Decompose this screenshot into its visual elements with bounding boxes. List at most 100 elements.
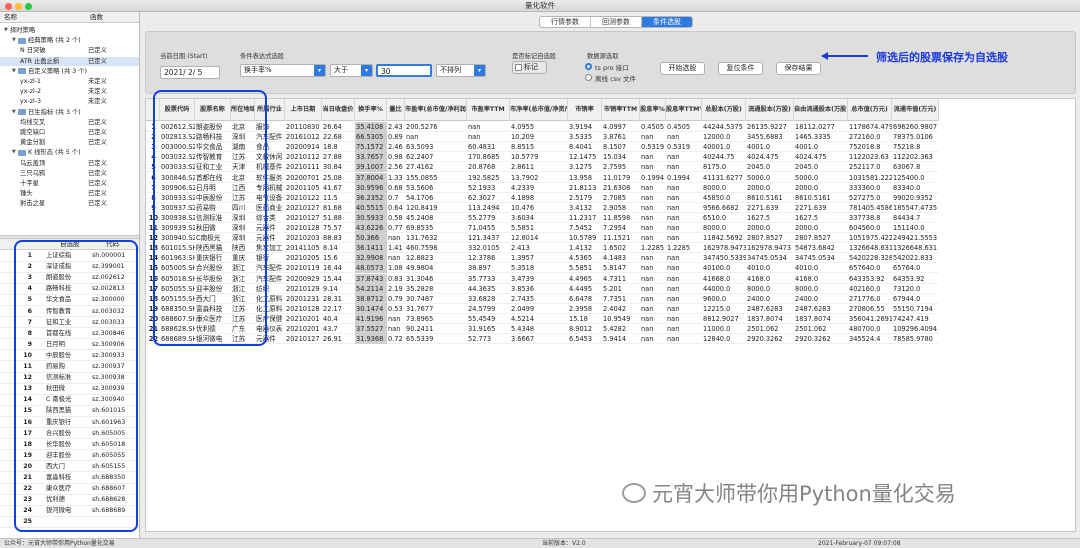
table-cell[interactable]: nan (640, 183, 666, 193)
table-cell[interactable]: 8610.5161 (794, 193, 848, 203)
table-cell[interactable]: 8.14 (322, 243, 355, 253)
table-cell[interactable]: 3.9194 (568, 122, 602, 132)
table-cell[interactable]: 43.6226 (355, 223, 387, 233)
table-cell[interactable]: nan (666, 284, 702, 294)
table-cell[interactable]: 45850.0 (702, 193, 746, 203)
table-cell[interactable]: 0.5319 (640, 142, 666, 152)
table-cell[interactable]: 33.6828 (467, 294, 510, 304)
table-cell[interactable]: 11.1521 (602, 233, 640, 243)
table-cell[interactable]: 345524.4 (848, 334, 892, 344)
table-cell[interactable]: 31.3046 (405, 274, 467, 284)
tree-node[interactable]: 射击之星 (20, 199, 45, 208)
table-cell[interactable]: 9566.6682 (702, 203, 746, 213)
table-cell[interactable]: 84434.7 (892, 213, 939, 223)
table-cell[interactable]: nan (640, 233, 666, 243)
table-cell[interactable]: 2400.0 (746, 294, 794, 304)
table-cell[interactable]: nan (666, 162, 702, 172)
table-cell[interactable]: 64353.92 (892, 274, 939, 284)
table-cell[interactable]: 1.2285 (640, 243, 666, 253)
table-cell[interactable]: 75218.8 (892, 142, 939, 152)
table-cell[interactable]: 0.5319 (666, 142, 702, 152)
reset-condition-button[interactable]: 复位条件 (718, 62, 763, 75)
table-cell[interactable]: 0.1994 (666, 173, 702, 183)
table-cell[interactable]: 2.4042 (602, 304, 640, 314)
table-cell[interactable]: 249421.5553 (892, 233, 939, 243)
table-cell[interactable]: 71.0455 (467, 223, 510, 233)
table-cell[interactable]: 62.2407 (405, 152, 467, 162)
table-cell[interactable]: 20.8768 (467, 162, 510, 172)
table-cell[interactable]: 45.2408 (405, 213, 467, 223)
table-cell[interactable]: 31.9165 (467, 324, 510, 334)
table-cell[interactable]: 34745.0534 (794, 253, 848, 263)
table-cell[interactable]: 643353.92 (848, 274, 892, 284)
table-cell[interactable]: 170.8685 (467, 152, 510, 162)
table-cell[interactable]: 20210201 (285, 324, 322, 334)
table-cell[interactable]: nan (640, 253, 666, 263)
table-cell[interactable]: 4024.475 (746, 152, 794, 162)
table-cell[interactable]: 41.67 (322, 183, 355, 193)
table-cell[interactable]: 752018.8 (848, 142, 892, 152)
table-cell[interactable]: 125400.0 (892, 173, 939, 183)
table-cell[interactable]: 1.2285 (666, 243, 702, 253)
table-cell[interactable]: 1.08 (387, 263, 405, 273)
table-cell[interactable]: nan (640, 334, 666, 344)
table-cell[interactable]: 333360.0 (848, 183, 892, 193)
table-cell[interactable]: nan (666, 314, 702, 324)
table-cell[interactable]: 113.2494 (467, 203, 510, 213)
table-cell[interactable]: 40100.0 (702, 263, 746, 273)
table-cell[interactable]: nan (666, 334, 702, 344)
table-cell[interactable]: 8812.9027 (702, 314, 746, 324)
table-cell[interactable]: nan (387, 253, 405, 263)
column-header[interactable]: 总市值(万元) (848, 99, 892, 121)
table-cell[interactable]: 90.2411 (405, 324, 467, 334)
table-cell[interactable]: 20210112 (285, 152, 322, 162)
table-cell[interactable]: 8.8515 (510, 142, 568, 152)
table-cell[interactable]: 65.5339 (405, 334, 467, 344)
table-cell[interactable]: 83340.0 (892, 183, 939, 193)
tree-node[interactable]: yx-zl-1 (20, 77, 41, 86)
tree-node[interactable]: ▼ 经典策略 (共 2 个) (12, 36, 81, 45)
table-cell[interactable]: nan (640, 152, 666, 162)
table-cell[interactable]: 5.5851 (510, 223, 568, 233)
table-cell[interactable]: 30.9596 (355, 182, 387, 193)
table-cell[interactable]: 43.7 (322, 324, 355, 334)
table-cell[interactable]: 252117.0 (848, 162, 892, 172)
table-cell[interactable]: 527275.0 (848, 193, 892, 203)
table-cell[interactable]: 12.3786 (467, 253, 510, 263)
table-cell[interactable]: 4.1898 (510, 193, 568, 203)
table-cell[interactable]: 52.1933 (467, 183, 510, 193)
strategy-tree[interactable]: ▼ 择时策略 ▼ 经典策略 (共 2 个) N 日突破 已定义 ATR 止盈止损 已定义 ▼ 自定… (0, 23, 139, 235)
table-cell[interactable]: 8000.0 (746, 284, 794, 294)
table-cell[interactable]: 1326648.631 (892, 243, 939, 253)
table-cell[interactable]: 20210119 (285, 263, 322, 273)
table-cell[interactable]: 20210127 (285, 203, 322, 213)
table-cell[interactable]: 337738.8 (848, 213, 892, 223)
table-cell[interactable]: 696260.9807 (892, 122, 939, 132)
table-cell[interactable]: 30.1474 (355, 303, 387, 314)
table-cell[interactable]: 120.8419 (405, 203, 467, 213)
table-cell[interactable]: 41668.0 (702, 274, 746, 284)
column-header[interactable]: 总股本(万股) (702, 99, 746, 121)
table-cell[interactable]: 20210128 (285, 304, 322, 314)
table-cell[interactable]: 40.5515 (355, 202, 387, 213)
table-cell[interactable]: 26.64 (322, 122, 355, 132)
column-header[interactable]: 流通市值(万元) (892, 99, 939, 121)
table-cell[interactable]: 12.1475 (568, 152, 602, 162)
table-cell[interactable]: 2000.0 (746, 223, 794, 233)
table-cell[interactable]: 12215.0 (702, 304, 746, 314)
table-cell[interactable]: 6510.0 (702, 213, 746, 223)
table-cell[interactable]: 5.5851 (568, 263, 602, 273)
table-cell[interactable]: 2487.6283 (794, 304, 848, 314)
table-cell[interactable]: 99020.9352 (892, 193, 939, 203)
table-cell[interactable]: 3.8761 (602, 132, 640, 142)
table-cell[interactable]: nan (640, 193, 666, 203)
table-cell[interactable]: 356041.2691 (848, 314, 892, 324)
table-cell[interactable]: 15.034 (602, 152, 640, 162)
table-cell[interactable]: 60.4831 (467, 142, 510, 152)
table-cell[interactable]: 35.4108 (355, 122, 387, 132)
table-cell[interactable]: 4168.0 (746, 274, 794, 284)
table-cell[interactable]: 73.8965 (405, 314, 467, 324)
table-cell[interactable]: 2501.062 (794, 324, 848, 334)
table-cell[interactable]: nan (640, 284, 666, 294)
column-header[interactable]: 市销率TTM (602, 99, 640, 121)
